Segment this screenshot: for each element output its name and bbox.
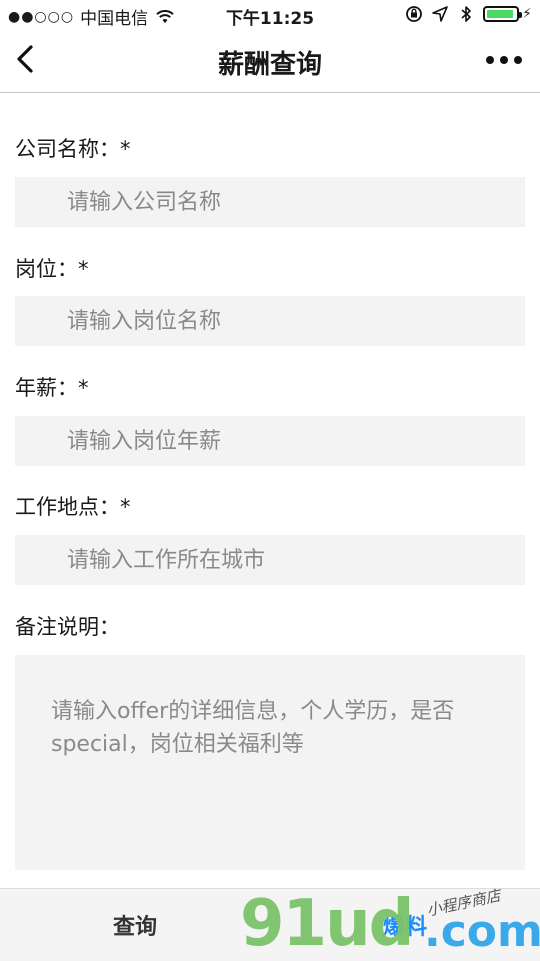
- bottom-action-bar: 查询 爆料: [0, 888, 540, 961]
- notes-label: 备注说明：: [15, 615, 120, 639]
- work-location-input[interactable]: [15, 535, 525, 585]
- query-button[interactable]: 查询: [0, 889, 270, 961]
- bluetooth-icon: [461, 6, 471, 22]
- submit-tip-button[interactable]: 爆料: [270, 889, 540, 961]
- more-dot: [486, 56, 494, 64]
- annual-salary-input[interactable]: [15, 416, 525, 466]
- more-options-icon[interactable]: [486, 56, 522, 66]
- page-title: 薪酬查询: [217, 50, 322, 80]
- more-dot: [514, 56, 522, 64]
- company-name-label: 公司名称：*: [15, 137, 131, 161]
- charging-bolt-icon: ⚡: [522, 6, 532, 22]
- battery-icon: [483, 6, 523, 22]
- location-arrow-icon: [432, 6, 448, 22]
- battery-level: [487, 10, 514, 18]
- more-dot: [500, 56, 508, 64]
- notes-textarea[interactable]: [15, 655, 525, 870]
- orientation-lock-icon: [406, 6, 423, 22]
- annual-salary-label: 年薪：*: [15, 376, 89, 400]
- status-bar: ●●○○○ 中国电信 下午11:25 ⚡: [0, 0, 540, 30]
- work-location-label: 工作地点：*: [15, 495, 131, 519]
- company-name-input[interactable]: [15, 177, 525, 227]
- navigation-bar: 薪酬查询: [0, 30, 540, 93]
- position-input[interactable]: [15, 296, 525, 346]
- position-label: 岗位：*: [15, 257, 89, 281]
- status-right: ⚡: [397, 5, 532, 23]
